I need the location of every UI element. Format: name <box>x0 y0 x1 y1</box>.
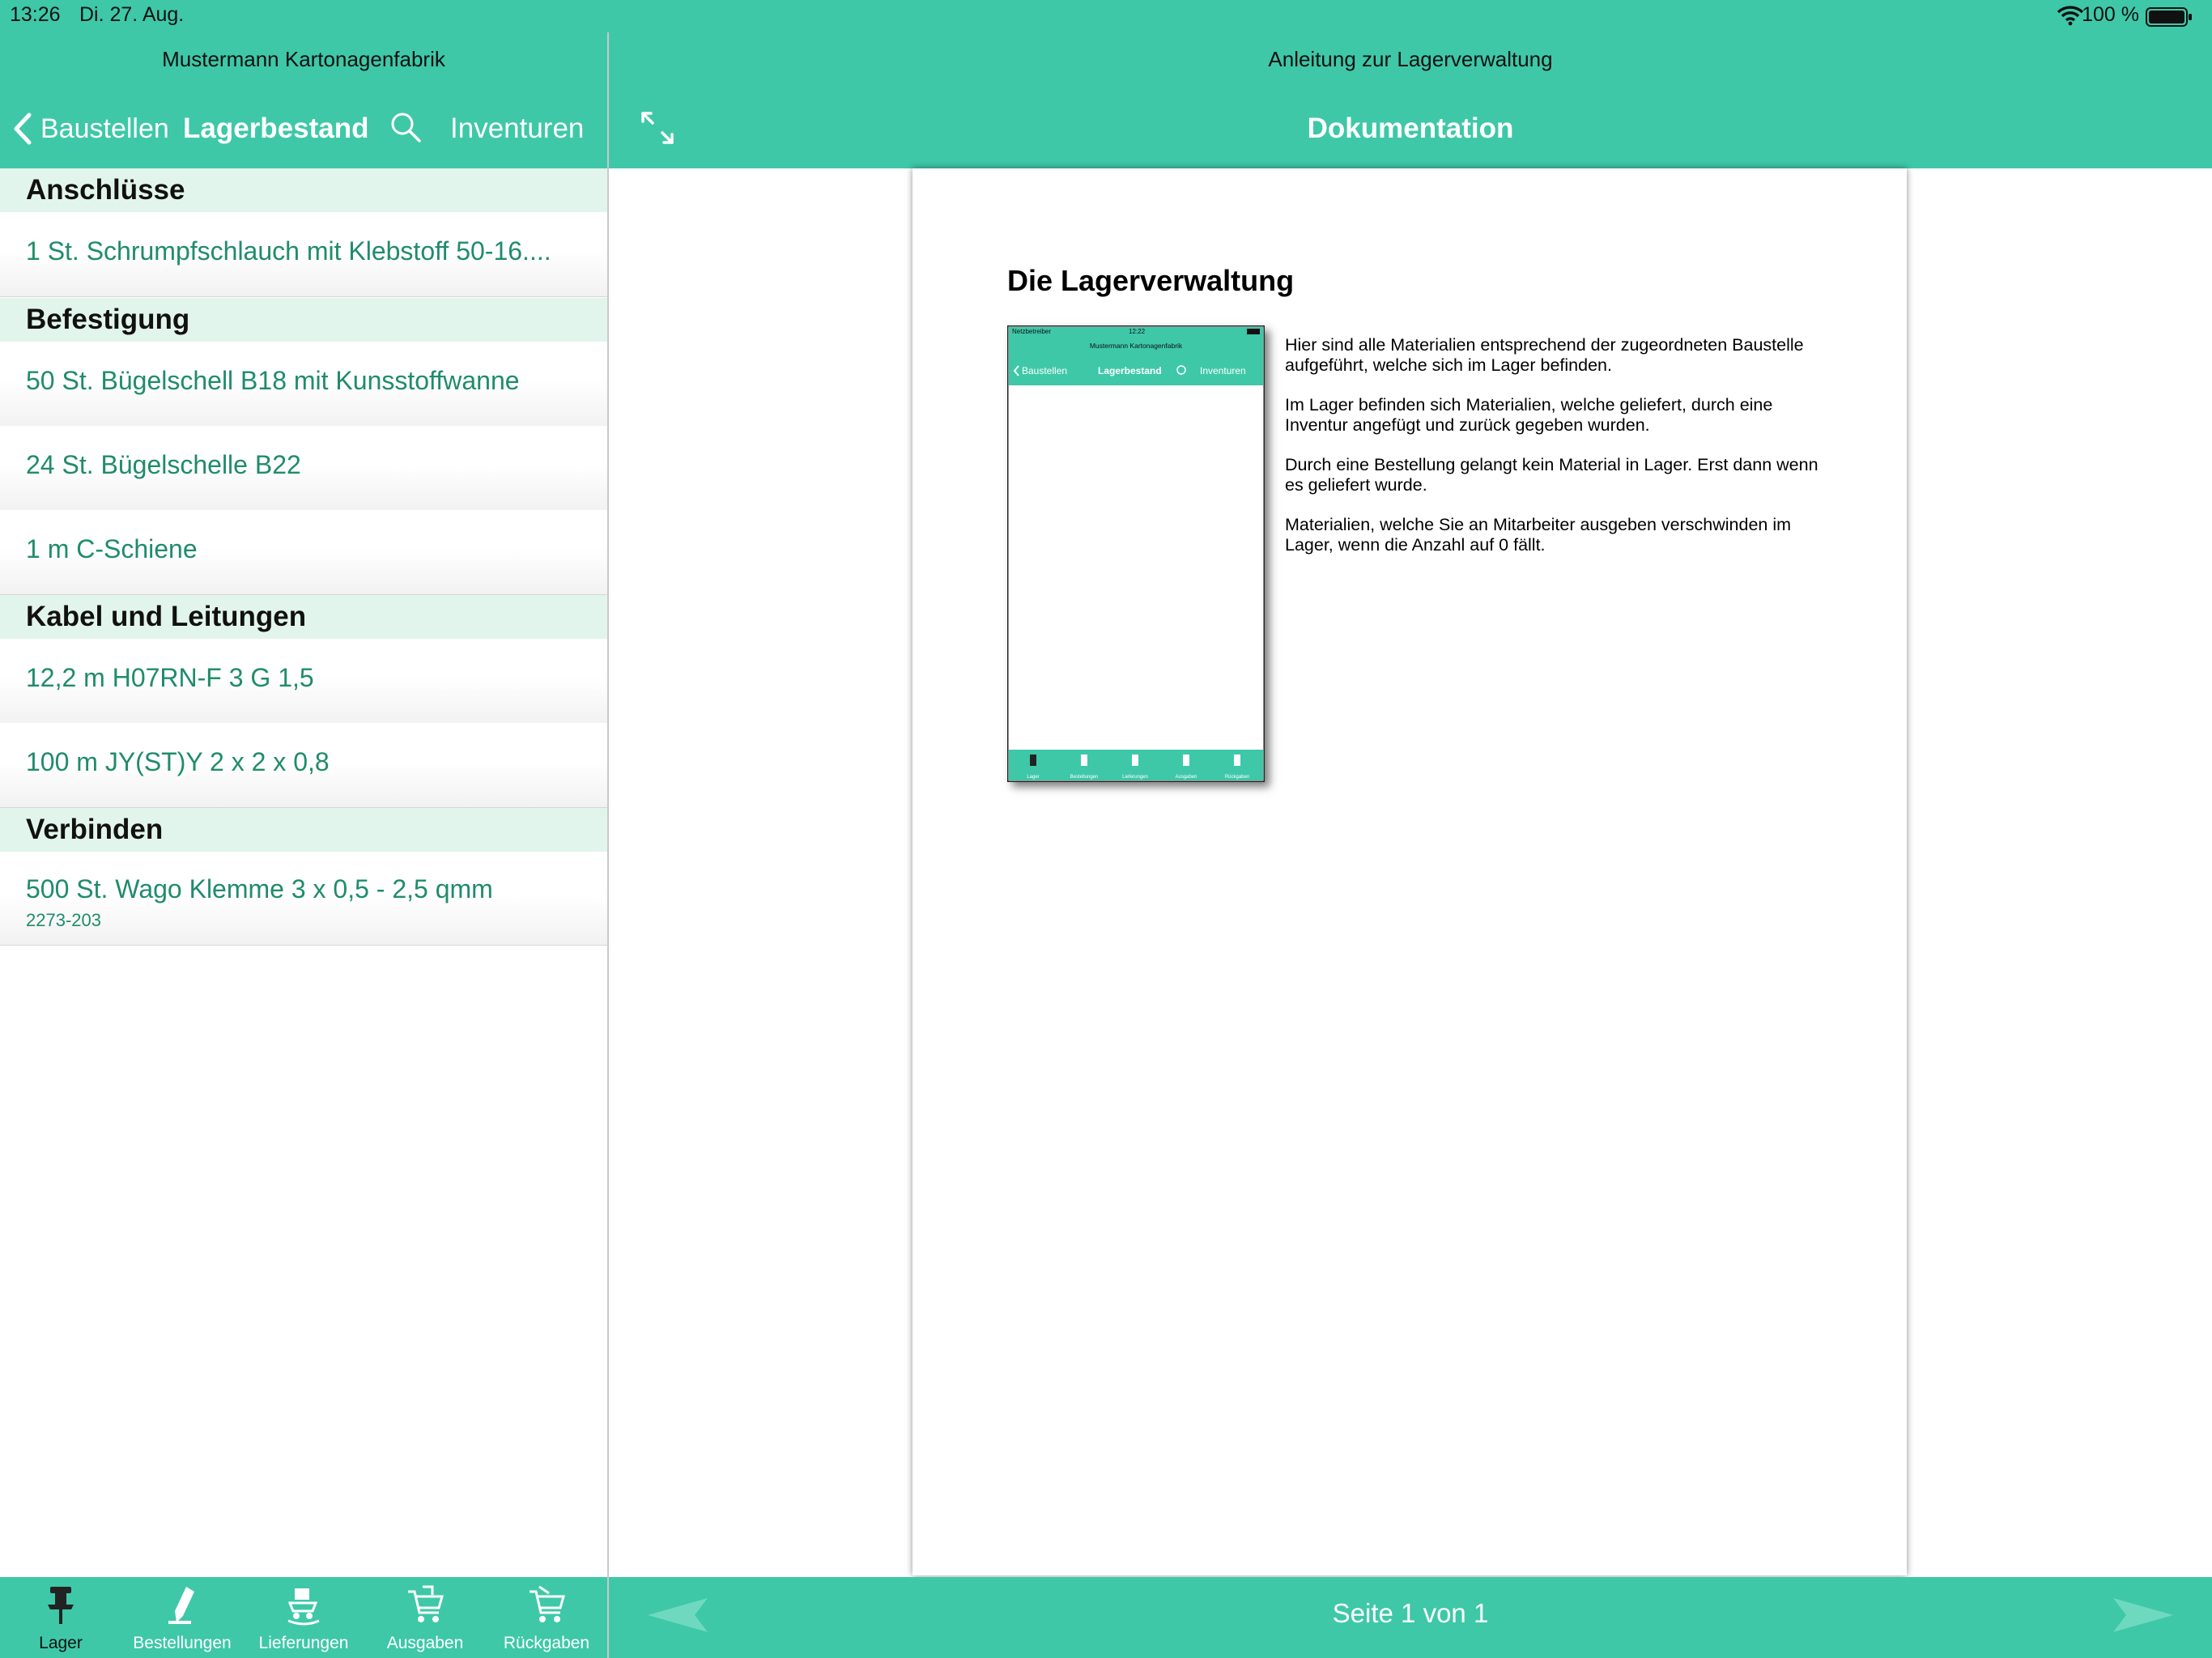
pencil-icon <box>168 1587 194 1624</box>
back-button[interactable]: Baustellen <box>11 108 169 149</box>
mini-time: 12:22 <box>1129 328 1146 335</box>
tab-ausgaben[interactable]: Ausgaben <box>364 1577 486 1658</box>
mini-tab: Rückgaben <box>1225 775 1249 780</box>
mini-carrier: Netzbetreiber <box>1012 328 1051 335</box>
mini-title: Lagerbestand <box>1098 365 1162 376</box>
mini-back: Baustellen <box>1022 365 1067 376</box>
mini-tab: Lieferungen <box>1122 775 1148 780</box>
list-item[interactable]: 100 m JY(ST)Y 2 x 2 x 0,8 <box>0 723 607 808</box>
chevron-left-icon <box>14 113 32 145</box>
list-item-label: 24 St. Bügelschelle B22 <box>26 450 301 479</box>
mini-company: Mustermann Kartonagenfabrik <box>1090 342 1183 350</box>
section-header: Anschlüsse <box>0 168 607 212</box>
section-header: Befestigung <box>0 298 607 342</box>
nav-title: Lagerbestand <box>183 113 369 144</box>
delivery-icon <box>287 1588 320 1626</box>
pin-icon <box>48 1587 74 1624</box>
cart-out-icon <box>408 1585 444 1622</box>
tab-lieferungen[interactable]: Lieferungen <box>243 1577 364 1658</box>
mini-tab: Lager <box>1027 775 1039 780</box>
list-item[interactable]: 1 St. Schrumpfschlauch mit Klebstoff 50-… <box>0 212 607 297</box>
status-time: 13:26 <box>10 3 61 26</box>
section-header: Kabel und Leitungen <box>0 595 607 639</box>
tab-lager[interactable]: Lager <box>0 1577 121 1658</box>
battery-percentage: 100 % <box>2082 3 2139 26</box>
cart-return-icon <box>530 1585 565 1622</box>
company-name: Mustermann Kartonagenfabrik <box>162 47 445 71</box>
inventory-list: Anschlüsse 1 St. Schrumpfschlauch mit Kl… <box>0 168 607 1577</box>
tab-label: Rückgaben <box>503 1634 590 1652</box>
document-paragraph: Hier sind alle Materialien entsprechend … <box>1285 335 1804 375</box>
list-item-label: 100 m JY(ST)Y 2 x 2 x 0,8 <box>26 747 330 776</box>
tab-bestellungen[interactable]: Bestellungen <box>121 1577 243 1658</box>
list-item-label: 50 St. Bügelschell B18 mit Kunsstoffwann… <box>26 366 520 395</box>
list-item[interactable]: 1 m C-Schiene <box>0 510 607 595</box>
list-item-label: 500 St. Wago Klemme 3 x 0,5 - 2,5 qmm <box>26 874 493 903</box>
section-header: Verbinden <box>0 808 607 852</box>
document-paragraph: Im Lager befinden sich Materialien, welc… <box>1285 395 1773 435</box>
mini-tab: Bestellungen <box>1070 775 1099 780</box>
list-item[interactable]: 12,2 m H07RN-F 3 G 1,5 <box>0 639 607 724</box>
list-item-subtitle: 2273-203 <box>26 910 101 930</box>
document-subtitle: Anleitung zur Lagerverwaltung <box>1268 47 1553 71</box>
search-icon[interactable] <box>389 110 423 144</box>
section-header-label: Anschlüsse <box>26 174 185 206</box>
next-page-icon[interactable] <box>2112 1596 2175 1634</box>
section-header-label: Verbinden <box>26 814 164 845</box>
page-indicator: Seite 1 von 1 <box>1332 1598 1489 1628</box>
list-item-label: 1 St. Schrumpfschlauch mit Klebstoff 50-… <box>26 236 551 266</box>
tab-label: Lager <box>39 1634 83 1652</box>
tab-rueckgaben[interactable]: Rückgaben <box>486 1577 607 1658</box>
app-screenshot-image: Netzbetreiber 12:22 Mustermann Kartonage… <box>1007 325 1265 782</box>
wifi-icon <box>2057 6 2084 26</box>
detail-title: Dokumentation <box>1307 113 1514 144</box>
list-item-label: 1 m C-Schiene <box>26 534 198 563</box>
battery-icon <box>2146 7 2192 27</box>
tab-label: Ausgaben <box>386 1634 464 1652</box>
list-item[interactable]: 500 St. Wago Klemme 3 x 0,5 - 2,5 qmm 22… <box>0 852 607 946</box>
tab-label: Lieferungen <box>258 1634 349 1652</box>
section-header-label: Kabel und Leitungen <box>26 601 307 632</box>
status-date: Di. 27. Aug. <box>79 3 185 26</box>
document-paragraph: Materialien, welche Sie an Mitarbeiter a… <box>1285 515 1792 555</box>
tab-label: Bestellungen <box>133 1634 232 1652</box>
status-bar <box>0 0 2212 32</box>
document-heading: Die Lagerverwaltung <box>1007 264 1295 297</box>
mini-tab: Ausgaben <box>1175 775 1197 780</box>
list-item[interactable]: 50 St. Bügelschell B18 mit Kunsstoffwann… <box>0 342 607 427</box>
mini-right: Inventuren <box>1200 365 1246 376</box>
inventuren-button[interactable]: Inventuren <box>450 108 584 149</box>
back-button-label: Baustellen <box>40 113 169 144</box>
list-item[interactable]: 24 St. Bügelschelle B22 <box>0 426 607 511</box>
document-paragraph: Durch eine Bestellung gelangt kein Mater… <box>1285 455 1819 495</box>
section-header-label: Befestigung <box>26 304 190 335</box>
list-item-label: 12,2 m H07RN-F 3 G 1,5 <box>26 663 314 692</box>
